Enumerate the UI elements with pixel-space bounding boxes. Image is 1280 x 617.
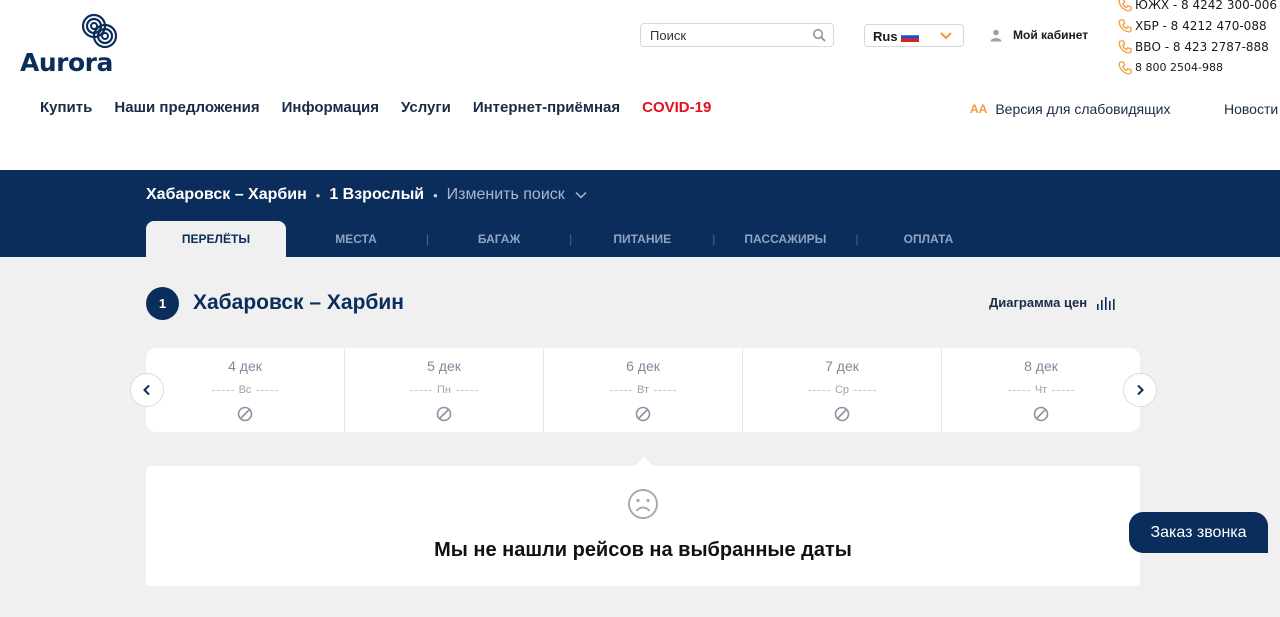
chevron-down-icon <box>940 32 952 40</box>
date-cell[interactable]: 4 дек Вс <box>146 348 345 432</box>
accessibility-version-label: Версия для слабовидящих <box>995 101 1171 117</box>
language-select[interactable]: Rus <box>864 24 964 47</box>
date-cell[interactable]: 7 дек Ср <box>743 348 942 432</box>
date-cell[interactable]: 5 дек Пн <box>345 348 544 432</box>
no-flights-icon <box>834 406 850 422</box>
next-dates-button[interactable] <box>1123 373 1157 407</box>
booking-steps-tabs: ПЕРЕЛЁТЫ МЕСТА | БАГАЖ | ПИТАНИЕ | ПАССА… <box>146 221 999 257</box>
summary-separator: • <box>433 187 438 203</box>
phone-number: ВВО - 8 423 2787-888 <box>1135 39 1269 54</box>
no-flights-icon <box>436 406 452 422</box>
date-label: 7 дек <box>825 358 859 374</box>
language-label: Rus <box>873 29 898 44</box>
no-flights-message: Мы не нашли рейсов на выбранные даты <box>434 539 852 561</box>
phone-icon <box>1118 60 1132 75</box>
tab-baggage[interactable]: БАГАЖ <box>429 221 569 257</box>
date-cell[interactable]: 6 дек Вт <box>544 348 743 432</box>
weekday-row: Вт <box>544 384 742 396</box>
phone-icon <box>1118 18 1132 33</box>
previous-dates-button[interactable] <box>130 373 164 407</box>
nav-item-services[interactable]: Услуги <box>401 99 451 116</box>
nav-item-information[interactable]: Информация <box>282 99 379 116</box>
weekday-row: Чт <box>942 384 1140 396</box>
chevron-left-icon <box>143 384 150 396</box>
step-number-badge: 1 <box>146 287 179 320</box>
weekday-row: Ср <box>743 384 941 396</box>
price-chart-link[interactable]: Диаграмма цен <box>989 295 1115 310</box>
font-size-icon: AA <box>970 102 988 116</box>
phone-item[interactable]: ХБР - 8 4212 470-088 <box>1118 15 1280 36</box>
news-link[interactable]: Новости <box>1224 101 1278 117</box>
date-carousel: 4 дек Вс 5 дек Пн 6 дек Вт 7 дек Ср 8 де… <box>146 348 1140 432</box>
phone-number: ХБР - 8 4212 470-088 <box>1135 18 1267 33</box>
my-cabinet-label: Мой кабинет <box>1013 28 1089 42</box>
weekday-label: Вс <box>238 384 252 396</box>
flight-direction-title: Хабаровск – Харбин <box>193 291 404 314</box>
search-box[interactable] <box>640 23 834 47</box>
tab-seats[interactable]: МЕСТА <box>286 221 426 257</box>
chevron-down-icon[interactable] <box>575 191 587 199</box>
logo-text: Aurora <box>20 48 113 77</box>
phone-item[interactable]: ВВО - 8 423 2787-888 <box>1118 36 1280 57</box>
tab-payment[interactable]: ОПЛАТА <box>859 221 999 257</box>
date-cell[interactable]: 8 дек Чт <box>942 348 1140 432</box>
russia-flag-icon <box>901 32 919 42</box>
weekday-row: Пн <box>345 384 543 396</box>
weekday-row: Вс <box>146 384 344 396</box>
tab-passengers[interactable]: ПАССАЖИРЫ <box>715 221 855 257</box>
sad-face-icon <box>628 489 658 519</box>
phone-icon <box>1118 0 1132 12</box>
summary-separator: • <box>315 187 321 203</box>
date-label: 5 дек <box>427 358 461 374</box>
logo-rings-icon <box>81 13 118 49</box>
phone-item[interactable]: ЮЖХ - 8 4242 300-006 <box>1118 0 1280 15</box>
chevron-right-icon <box>1137 384 1144 396</box>
phone-icon <box>1118 39 1132 54</box>
weekday-label: Ср <box>834 384 850 396</box>
date-label: 6 дек <box>626 358 660 374</box>
nav-item-covid[interactable]: COVID-19 <box>642 99 711 116</box>
accessibility-version-link[interactable]: AA Версия для слабовидящих <box>970 101 1170 117</box>
no-flights-icon <box>635 406 651 422</box>
phone-item[interactable]: 8 800 2504-988 <box>1118 57 1280 78</box>
aurora-logo[interactable]: Aurora <box>20 12 120 77</box>
phone-list: ЮЖХ - 8 4242 300-006 ХБР - 8 4212 470-08… <box>1118 0 1280 78</box>
my-cabinet-link[interactable]: Мой кабинет <box>990 27 1088 43</box>
search-icon[interactable] <box>812 28 826 42</box>
phone-number: 8 800 2504-988 <box>1135 61 1223 74</box>
tab-flights[interactable]: ПЕРЕЛЁТЫ <box>146 221 286 257</box>
nav-item-internet-reception[interactable]: Интернет-приёмная <box>473 99 620 116</box>
change-search-link[interactable]: Изменить поиск <box>447 186 565 204</box>
price-chart-label: Диаграмма цен <box>989 295 1088 310</box>
user-icon <box>990 29 1002 41</box>
search-summary: Хабаровск – Харбин • 1 Взрослый • Измени… <box>146 186 587 204</box>
weekday-label: Чт <box>1034 384 1048 396</box>
panel-pointer <box>634 457 654 467</box>
callback-request-button[interactable]: Заказ звонка <box>1129 512 1268 553</box>
date-label: 4 дек <box>228 358 262 374</box>
no-flights-icon <box>1033 406 1049 422</box>
main-nav: Купить Наши предложения Информация Услуг… <box>40 99 733 116</box>
weekday-label: Вт <box>636 384 649 396</box>
summary-passengers: 1 Взрослый <box>329 186 425 203</box>
tab-meals[interactable]: ПИТАНИЕ <box>572 221 712 257</box>
weekday-label: Пн <box>437 384 451 396</box>
site-header: Aurora Rus Мой кабинет ЮЖХ - 8 4242 300-… <box>0 0 1280 170</box>
search-input[interactable] <box>650 28 810 43</box>
nav-item-offers[interactable]: Наши предложения <box>114 99 259 116</box>
no-flights-panel: Мы не нашли рейсов на выбранные даты <box>146 457 1140 586</box>
phone-number: ЮЖХ - 8 4242 300-006 <box>1135 0 1278 12</box>
date-label: 8 дек <box>1024 358 1058 374</box>
nav-item-buy[interactable]: Купить <box>40 99 92 116</box>
summary-route: Хабаровск – Харбин <box>146 186 307 203</box>
bar-chart-icon <box>1097 296 1115 310</box>
no-flights-icon <box>237 406 253 422</box>
